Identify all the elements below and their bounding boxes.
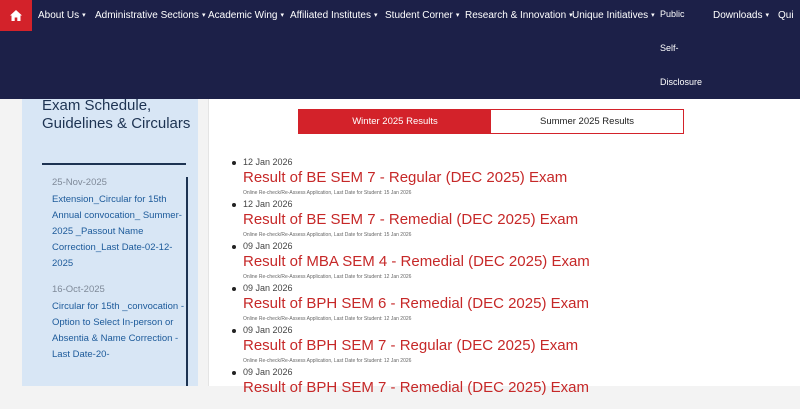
chevron-down-icon: ▾: [280, 12, 284, 19]
result-link[interactable]: Result of BE SEM 7 - Regular (DEC 2025) …: [243, 169, 567, 186]
nav-research-innovation[interactable]: Research & Innovation ▾: [465, 0, 573, 31]
circular-item: 16-Oct-2025 Circular for 15th _convocati…: [52, 284, 186, 363]
chevron-down-icon: ▾: [82, 12, 86, 19]
result-item: 09 Jan 2026 Result of BPH SEM 6 - Remedi…: [209, 283, 800, 325]
nav-label: Qui: [778, 10, 794, 21]
result-link[interactable]: Result of BPH SEM 7 - Regular (DEC 2025)…: [243, 337, 578, 354]
chevron-down-icon: ▾: [373, 12, 378, 19]
nav-label: Student Corner: [385, 10, 453, 22]
nav-about-us[interactable]: About Us ▾: [38, 0, 86, 31]
circular-list[interactable]: 25-Nov-2025 Extension_Circular for 15th …: [52, 177, 188, 386]
nav-unique-initiatives[interactable]: Unique Initiatives ▾: [572, 0, 655, 31]
top-navbar: About Us ▾ Administrative Sections ▾ Acade…: [0, 0, 800, 99]
result-note: Online Re-check/Re-Assess Application, L…: [243, 274, 412, 280]
result-note: Online Re-check/Re-Assess Application, L…: [243, 358, 412, 364]
nav-downloads[interactable]: Downloads ▾: [713, 0, 769, 31]
result-date: 09 Jan 2026: [243, 241, 293, 251]
result-date: 09 Jan 2026: [243, 325, 293, 335]
nav-public-disclosure-line1[interactable]: Public: [660, 9, 685, 19]
result-date: 12 Jan 2026: [243, 157, 293, 167]
result-date: 12 Jan 2026: [243, 199, 293, 209]
nav-student-corner[interactable]: Student Corner ▾: [385, 0, 459, 31]
tab-winter-2025-results[interactable]: Winter 2025 Results: [299, 110, 491, 133]
bullet-icon: [232, 287, 236, 291]
chevron-down-icon: ▾: [201, 12, 206, 19]
result-link[interactable]: Result of BPH SEM 6 - Remedial (DEC 2025…: [243, 295, 589, 312]
nav-affiliated-institutes[interactable]: Affiliated Institutes ▾: [290, 0, 378, 31]
sidebar-title: Exam Schedule, Guidelines & Circulars: [42, 99, 191, 132]
result-item: 12 Jan 2026 Result of BE SEM 7 - Regular…: [209, 157, 800, 199]
chevron-down-icon: ▾: [455, 12, 460, 19]
bullet-icon: [232, 161, 236, 165]
circular-date: 25-Nov-2025: [52, 177, 107, 188]
result-date: 09 Jan 2026: [243, 367, 293, 377]
sidebar-divider: [42, 163, 186, 165]
tab-summer-2025-results[interactable]: Summer 2025 Results: [491, 110, 683, 133]
bullet-icon: [232, 329, 236, 333]
nav-label: About Us: [38, 10, 80, 22]
result-link[interactable]: Result of BE SEM 7 - Remedial (DEC 2025)…: [243, 211, 578, 228]
circular-link[interactable]: Extension_Circular for 15th Annual convo…: [52, 192, 186, 272]
result-item: 09 Jan 2026 Result of MBA SEM 4 - Remedi…: [209, 241, 800, 283]
circular-item: 25-Nov-2025 Extension_Circular for 15th …: [52, 177, 186, 272]
circular-link[interactable]: Circular for 15th _convocation - Option …: [52, 299, 186, 363]
result-item: 12 Jan 2026 Result of BE SEM 7 - Remedia…: [209, 199, 800, 241]
result-link[interactable]: Result of BPH SEM 7 - Remedial (DEC 2025…: [243, 379, 589, 396]
result-note: Online Re-check/Re-Assess Application, L…: [243, 190, 412, 196]
nav-academic-wing[interactable]: Academic Wing ▾: [208, 0, 284, 31]
bullet-icon: [232, 371, 236, 375]
result-link[interactable]: Result of MBA SEM 4 - Remedial (DEC 2025…: [243, 253, 590, 270]
chevron-down-icon: ▾: [651, 12, 655, 19]
bullet-icon: [232, 245, 236, 249]
chevron-down-icon: ▾: [765, 12, 769, 19]
circular-date: 16-Oct-2025: [52, 284, 105, 295]
nav-label: Downloads: [713, 10, 763, 22]
nav-public-disclosure-line2[interactable]: Self-: [660, 43, 679, 53]
nav-administrative-sections[interactable]: Administrative Sections ▾: [95, 0, 205, 31]
nav-label: Administrative Sections: [95, 10, 199, 22]
home-icon: [10, 10, 22, 21]
nav-public-disclosure-line3[interactable]: Disclosure: [660, 77, 702, 87]
result-date: 09 Jan 2026: [243, 283, 293, 293]
nav-label: Research & Innovation: [465, 10, 567, 22]
home-button[interactable]: [0, 0, 32, 31]
result-note: Online Re-check/Re-Assess Application, L…: [243, 232, 412, 238]
result-item: 09 Jan 2026 Result of BPH SEM 7 - Remedi…: [209, 367, 800, 409]
nav-label: Affiliated Institutes: [290, 10, 371, 22]
result-item: 09 Jan 2026 Result of BPH SEM 7 - Regula…: [209, 325, 800, 367]
results-list: 12 Jan 2026 Result of BE SEM 7 - Regular…: [209, 157, 800, 409]
result-note: Online Re-check/Re-Assess Application, L…: [243, 316, 412, 322]
nav-quick-links[interactable]: Qui: [778, 0, 794, 31]
results-tabs: Winter 2025 Results Summer 2025 Results: [298, 109, 684, 134]
bullet-icon: [232, 203, 236, 207]
results-panel: Winter 2025 Results Summer 2025 Results …: [208, 99, 800, 396]
nav-label: Academic Wing: [208, 10, 278, 22]
nav-label: Unique Initiatives: [572, 10, 649, 22]
sidebar-circulars: Exam Schedule, Guidelines & Circulars 25…: [22, 99, 198, 386]
